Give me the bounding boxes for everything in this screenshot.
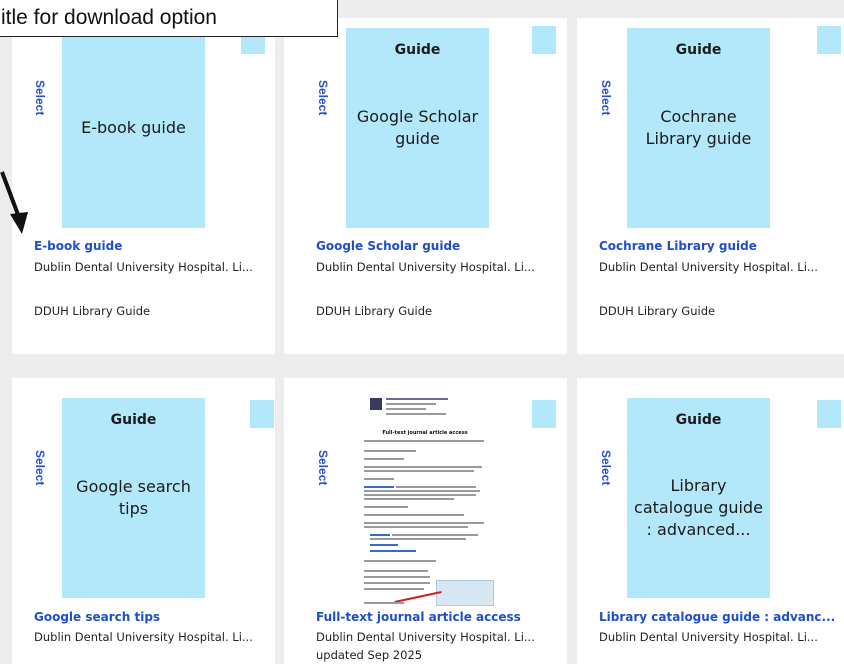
format-badge-icon [817, 400, 841, 428]
select-button[interactable]: Select [33, 80, 47, 140]
cover-thumbnail[interactable]: Guide Google Scholar guide [346, 28, 489, 228]
card-author: Dublin Dental University Hospital. Li... [34, 260, 253, 274]
format-badge-icon [532, 400, 556, 428]
cover-thumbnail[interactable]: Guide Library catalogue guide : advanced… [627, 398, 770, 598]
card-type: DDUH Library Guide [34, 304, 151, 318]
card-ebook-guide[interactable]: Select E-book guide E-book guide Dublin … [12, 18, 275, 354]
cover-thumbnail[interactable]: Guide Google search tips [62, 398, 205, 598]
cover-thumbnail[interactable]: E-book guide [62, 28, 205, 228]
annotation-text: itle for download option [1, 6, 217, 29]
card-author: Dublin Dental University Hospital. Li... [34, 630, 253, 644]
cover-thumbnail[interactable]: Guide Cochrane Library guide [627, 28, 770, 228]
card-title-link[interactable]: Library catalogue guide : advanc... [599, 610, 835, 624]
hospital-logo-icon [370, 398, 382, 410]
card-cochrane-library-guide[interactable]: Select Guide Cochrane Library guide Coch… [577, 18, 844, 354]
card-updated-note: updated Sep 2025 [316, 648, 423, 662]
cover-title: Google search tips [76, 477, 191, 518]
card-title-link[interactable]: Google Scholar guide [316, 239, 460, 253]
card-title-link[interactable]: Google search tips [34, 610, 160, 624]
format-badge-icon [532, 26, 556, 54]
cover-title: Library catalogue guide : advanced... [634, 476, 763, 539]
select-button[interactable]: Select [316, 450, 330, 510]
logo-text-line [386, 398, 448, 400]
select-button[interactable]: Select [599, 80, 613, 140]
cover-title: E-book guide [81, 118, 186, 137]
cover-title: Cochrane Library guide [645, 107, 752, 148]
document-preview[interactable]: Full-text journal article access [346, 394, 504, 606]
card-full-text-journal-access[interactable]: Select Full-text journal article access [284, 378, 567, 664]
card-google-search-tips[interactable]: Select Guide Google search tips Google s… [12, 378, 275, 664]
annotation-callout: itle for download option [0, 0, 338, 37]
document-heading: Full-text journal article access [382, 430, 468, 436]
card-google-scholar-guide[interactable]: Select Guide Google Scholar guide Google… [284, 18, 567, 354]
card-title-link[interactable]: Full-text journal article access [316, 610, 521, 624]
card-author: Dublin Dental University Hospital. Li... [599, 630, 818, 644]
card-author: Dublin Dental University Hospital. Li... [316, 630, 535, 644]
document-screenshot-image [436, 580, 494, 606]
format-badge-icon [250, 400, 274, 428]
card-author: Dublin Dental University Hospital. Li... [599, 260, 818, 274]
select-button[interactable]: Select [33, 450, 47, 510]
card-type: DDUH Library Guide [599, 304, 716, 318]
card-author: Dublin Dental University Hospital. Li... [316, 260, 535, 274]
card-title-link[interactable]: Cochrane Library guide [599, 239, 757, 253]
card-library-catalogue-guide[interactable]: Select Guide Library catalogue guide : a… [577, 378, 844, 664]
card-title-link[interactable]: E-book guide [34, 239, 122, 253]
select-button[interactable]: Select [599, 450, 613, 510]
select-button[interactable]: Select [316, 80, 330, 140]
annotation-arrow-icon [0, 171, 28, 234]
cover-title: Google Scholar guide [356, 107, 479, 148]
format-badge-icon [817, 26, 841, 54]
card-type: DDUH Library Guide [316, 304, 433, 318]
